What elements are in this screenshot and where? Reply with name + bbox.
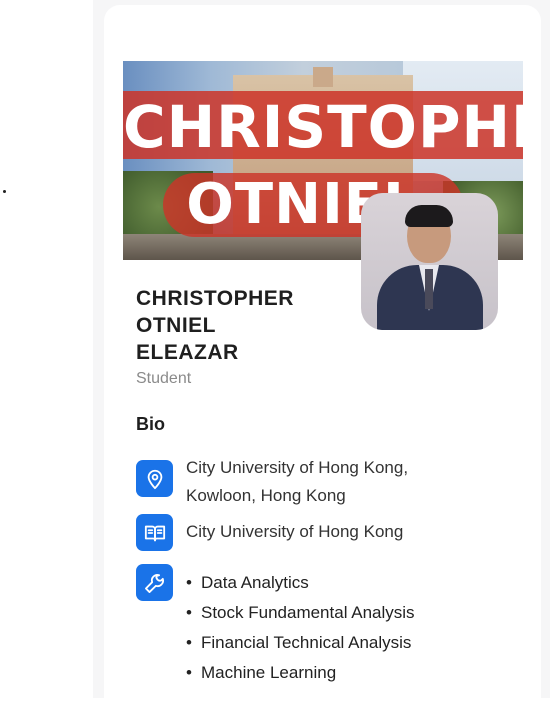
bio-heading: Bio	[136, 414, 165, 434]
banner-church-tower	[313, 67, 333, 87]
open-book-icon	[136, 514, 173, 551]
list-item: • Machine Learning	[186, 663, 337, 682]
list-item: • Financial Technical Analysis	[186, 633, 412, 652]
list-item: • Stock Fundamental Analysis	[186, 603, 415, 622]
list-item: • Data Analytics	[186, 573, 309, 592]
location-pin-icon	[136, 460, 173, 497]
location-line-1: City University of Hong Kong,	[186, 458, 409, 477]
profile-name-line-3: ELEAZAR	[136, 341, 239, 364]
profile-name-line-2: OTNIEL	[136, 314, 216, 337]
profile-name-line-1: CHRISTOPHER	[136, 287, 294, 310]
skills-list: • Data Analytics • Stock Fundamental Analy…	[186, 568, 415, 688]
school-text: City University of Hong Kong	[186, 522, 404, 541]
profile-card: CHRISTOPHER OTNIEL CHRISTOPHER OTNIEL EL…	[104, 5, 541, 725]
avatar-hair	[405, 205, 453, 227]
location-line-2: Kowloon, Hong Kong	[186, 486, 346, 505]
profile-role: Student	[136, 370, 192, 387]
profile-name: CHRISTOPHER OTNIEL ELEAZAR	[136, 285, 336, 366]
avatar-tie	[425, 269, 433, 309]
stray-dot	[3, 190, 6, 193]
banner-title-line-1: CHRISTOPHER	[123, 93, 523, 161]
wrench-icon	[136, 564, 173, 601]
location-text: City University of Hong Kong, Kowloon, H…	[186, 454, 408, 510]
avatar	[361, 193, 498, 330]
